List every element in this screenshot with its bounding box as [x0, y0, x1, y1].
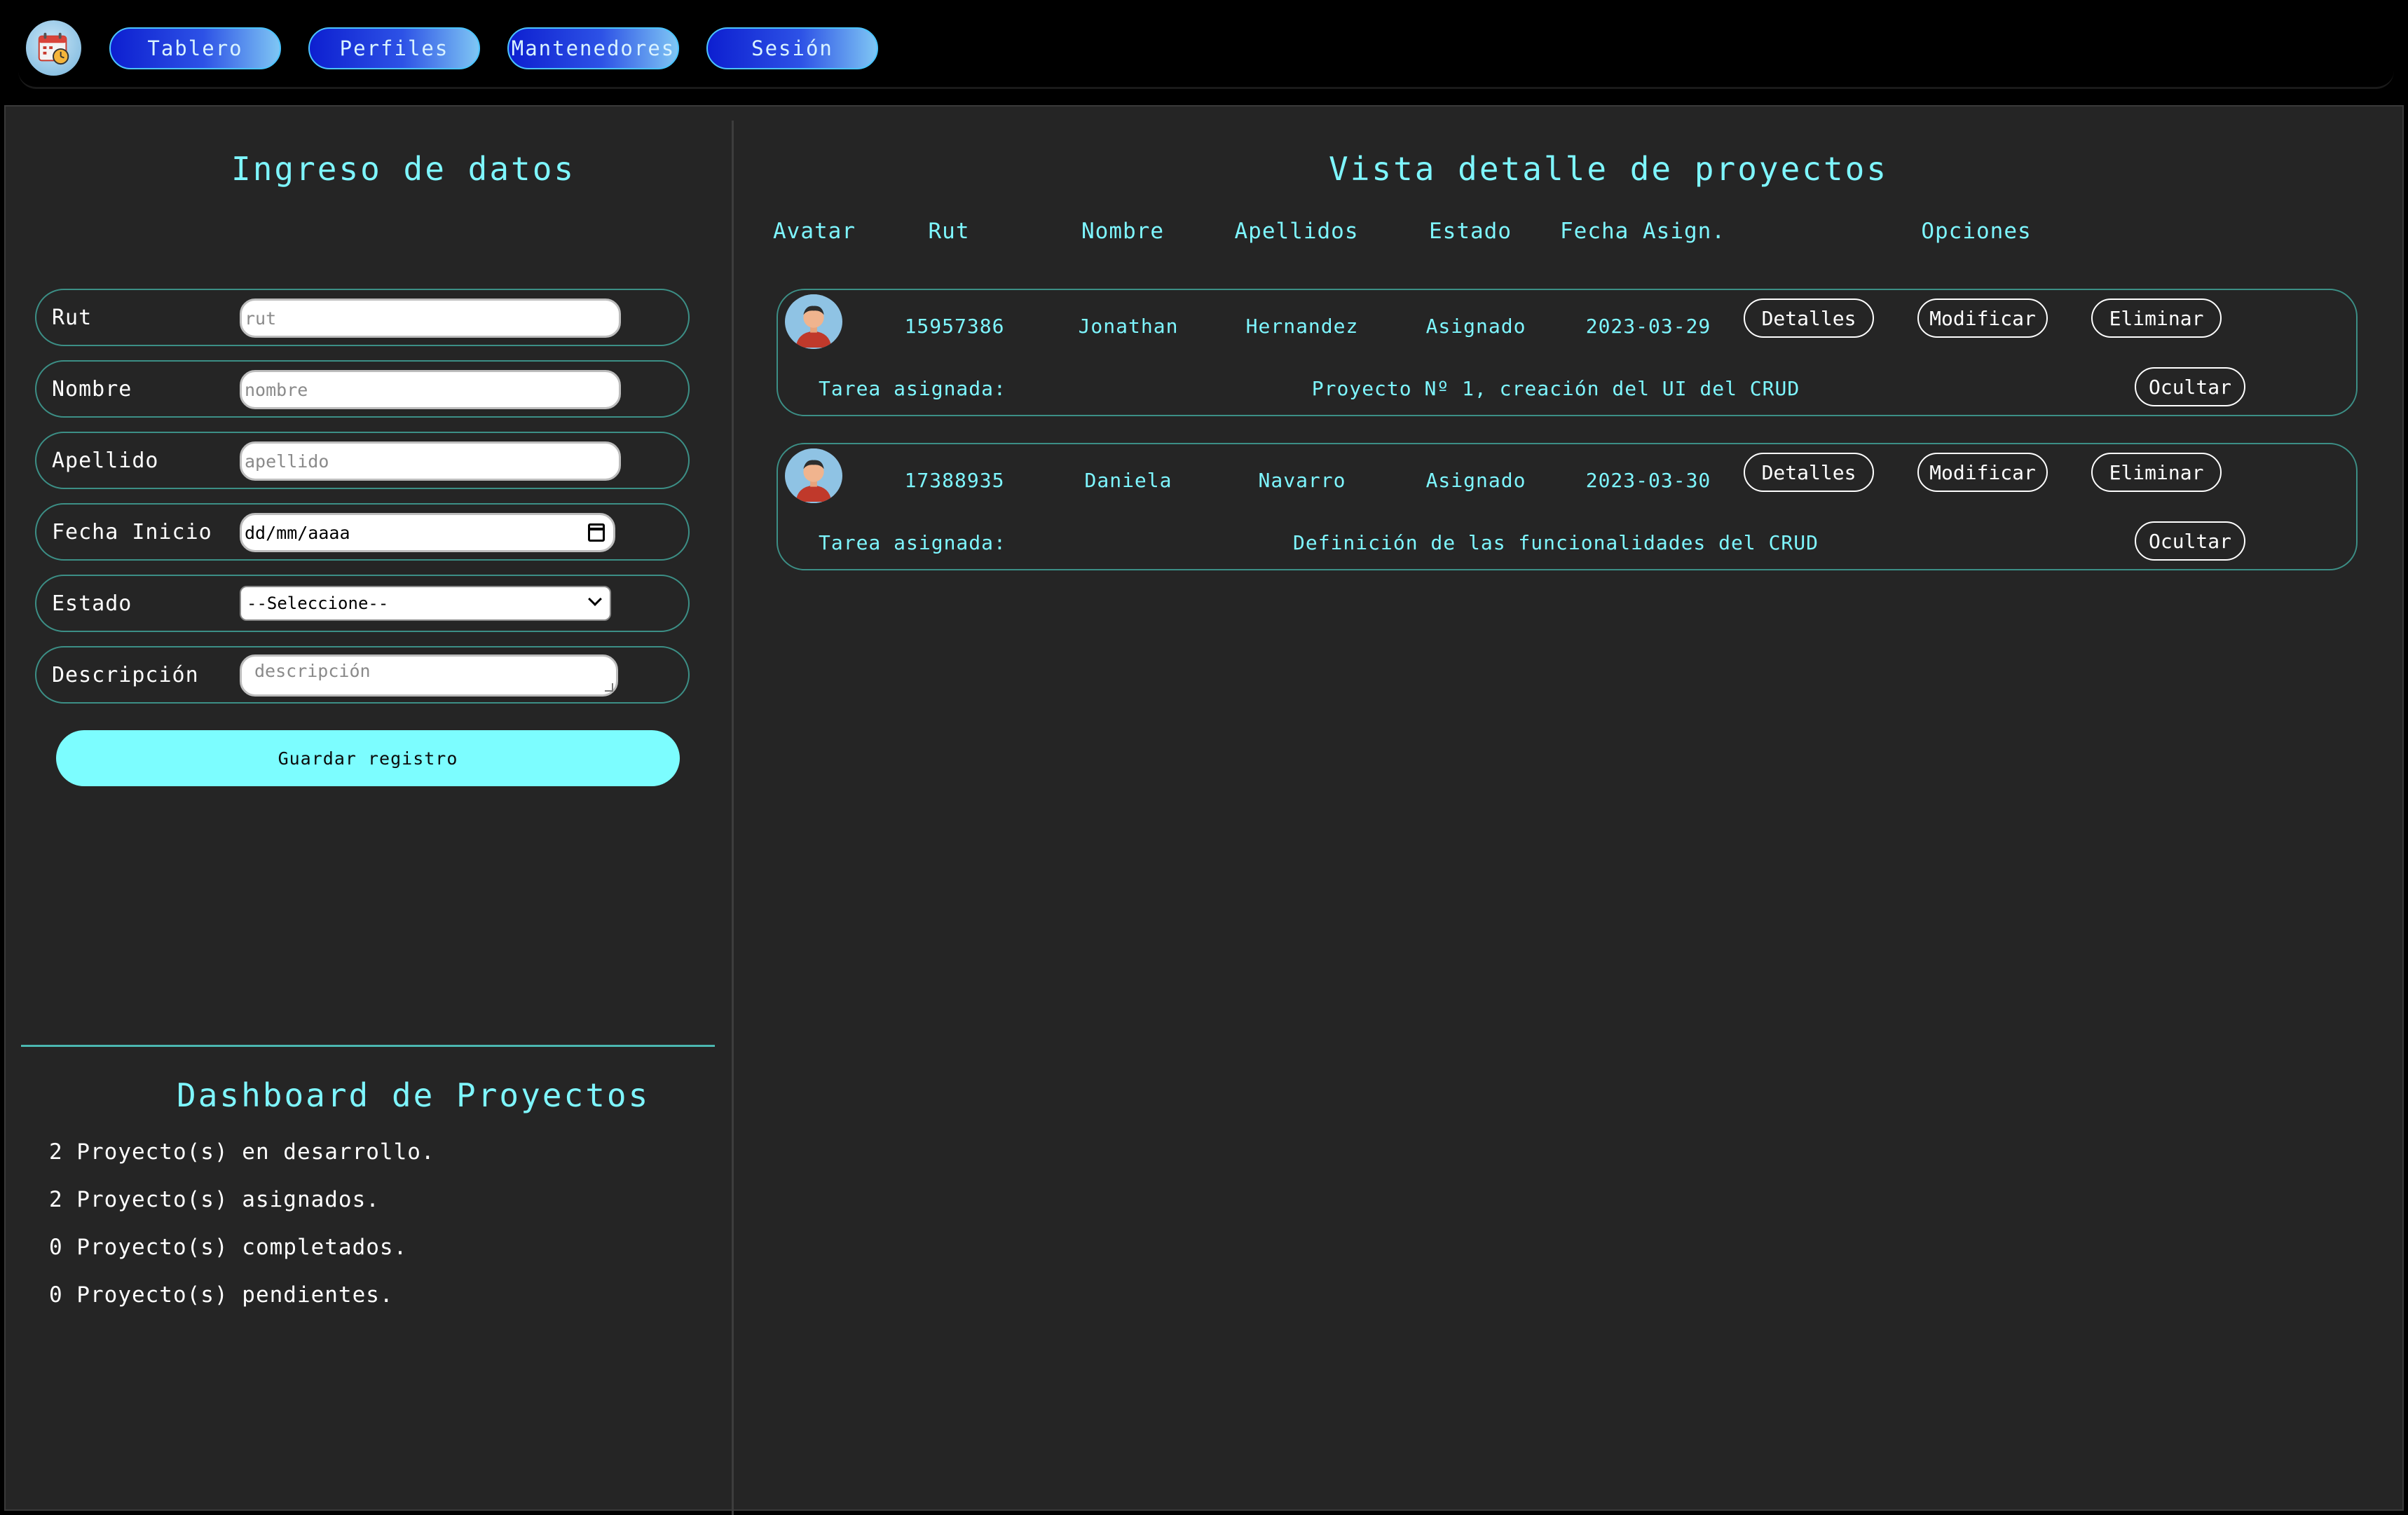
- nav-sesion-button[interactable]: Sesión: [706, 27, 878, 69]
- row-apellidos: Navarro: [1258, 468, 1346, 492]
- section-divider: [21, 1045, 715, 1047]
- modify-button[interactable]: Modificar: [1917, 453, 2048, 492]
- calendar-clock-icon[interactable]: [26, 20, 81, 76]
- save-button[interactable]: Guardar registro: [56, 730, 680, 786]
- stat-pendientes: 0 Proyecto(s) pendientes.: [49, 1282, 394, 1308]
- row-nombre: Jonathan: [1078, 314, 1179, 338]
- estado-select[interactable]: --Seleccione--: [240, 586, 611, 621]
- hide-button[interactable]: Ocultar: [2135, 521, 2245, 561]
- row-nombre: Daniela: [1084, 468, 1172, 492]
- stat-asignados: 2 Proyecto(s) asignados.: [49, 1187, 380, 1212]
- modify-button[interactable]: Modificar: [1917, 299, 2048, 338]
- fecha-row: Fecha Inicio dd/mm/aaaa: [35, 503, 690, 561]
- fecha-label: Fecha Inicio: [52, 519, 212, 544]
- nombre-row: Nombre nombre: [35, 360, 690, 418]
- main-content: Ingreso de datos Rut rut Nombre nombre A…: [4, 105, 2404, 1515]
- calendar-icon[interactable]: [588, 523, 605, 542]
- column-divider: [732, 121, 734, 1515]
- row-apellidos: Hernandez: [1245, 314, 1359, 338]
- stat-en-desarrollo: 2 Proyecto(s) en desarrollo.: [49, 1139, 435, 1165]
- descripcion-label: Descripción: [52, 662, 199, 687]
- detail-title: Vista detalle de proyectos: [1329, 150, 1889, 188]
- task-description: Definición de las funcionalidades del CR…: [1292, 530, 1819, 554]
- avatar: [785, 448, 842, 503]
- hide-button[interactable]: Ocultar: [2135, 367, 2245, 406]
- row-fecha: 2023-03-29: [1585, 314, 1711, 338]
- estado-row: Estado --Seleccione--: [35, 575, 690, 632]
- form-title: Ingreso de datos: [231, 150, 576, 188]
- apellido-row: Apellido apellido: [35, 432, 690, 489]
- details-button[interactable]: Detalles: [1744, 299, 1874, 338]
- project-card: 17388935 Daniela Navarro Asignado 2023-0…: [777, 443, 2358, 570]
- rut-input[interactable]: rut: [240, 299, 621, 338]
- nav-tablero-button[interactable]: Tablero: [109, 27, 281, 69]
- task-label: Tarea asignada:: [819, 376, 1006, 400]
- project-card: 15957386 Jonathan Hernandez Asignado 202…: [777, 289, 2358, 416]
- top-navbar: Tablero Perfiles Mantenedores Sesión: [18, 6, 2394, 89]
- estado-label: Estado: [52, 591, 132, 616]
- chevron-down-icon: [588, 592, 602, 606]
- col-fecha: Fecha Asign.: [1560, 219, 1725, 244]
- task-label: Tarea asignada:: [819, 530, 1006, 554]
- row-rut: 15957386: [904, 314, 1005, 338]
- task-description: Proyecto Nº 1, creación del UI del CRUD: [1311, 376, 1800, 400]
- descripcion-row: Descripción descripción: [35, 646, 690, 704]
- row-fecha: 2023-03-30: [1585, 468, 1711, 492]
- col-estado: Estado: [1429, 219, 1512, 244]
- stat-completados: 0 Proyecto(s) completados.: [49, 1235, 408, 1260]
- col-opciones: Opciones: [1921, 219, 2032, 244]
- rut-row: Rut rut: [35, 289, 690, 346]
- fecha-value: dd/mm/aaaa: [245, 522, 350, 543]
- col-apellidos: Apellidos: [1234, 219, 1359, 244]
- fecha-input[interactable]: dd/mm/aaaa: [240, 513, 615, 552]
- apellido-label: Apellido: [52, 448, 159, 473]
- nav-perfiles-button[interactable]: Perfiles: [308, 27, 480, 69]
- delete-button[interactable]: Eliminar: [2091, 299, 2222, 338]
- delete-button[interactable]: Eliminar: [2091, 453, 2222, 492]
- nombre-input[interactable]: nombre: [240, 370, 621, 409]
- dashboard-title: Dashboard de Proyectos: [177, 1076, 650, 1114]
- col-avatar: Avatar: [773, 219, 856, 244]
- col-nombre: Nombre: [1081, 219, 1164, 244]
- rut-label: Rut: [52, 305, 93, 330]
- estado-selected: --Seleccione--: [247, 594, 389, 613]
- col-rut: Rut: [928, 219, 970, 244]
- descripcion-placeholder: descripción: [254, 661, 371, 681]
- row-rut: 17388935: [904, 468, 1005, 492]
- apellido-input[interactable]: apellido: [240, 441, 621, 481]
- descripcion-textarea[interactable]: descripción: [240, 654, 618, 697]
- nav-mantenedores-button[interactable]: Mantenedores: [507, 27, 679, 69]
- details-button[interactable]: Detalles: [1744, 453, 1874, 492]
- row-estado: Asignado: [1425, 314, 1526, 338]
- row-estado: Asignado: [1425, 468, 1526, 492]
- nombre-label: Nombre: [52, 376, 132, 402]
- resize-grip-icon[interactable]: [605, 683, 613, 692]
- avatar: [785, 294, 842, 349]
